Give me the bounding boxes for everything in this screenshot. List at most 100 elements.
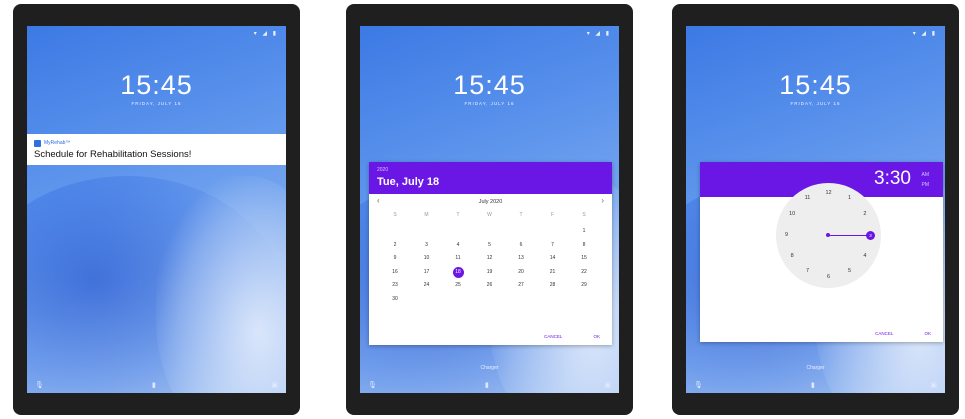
- status-icons: ▾ ◢ ▮: [912, 31, 937, 37]
- lock-icon[interactable]: ▮: [152, 381, 156, 389]
- camera-icon[interactable]: ▣: [930, 381, 937, 389]
- notification-card[interactable]: MyRehab™ Schedule for Rehabilitation Ses…: [27, 134, 286, 165]
- calendar-day[interactable]: 12: [480, 255, 500, 261]
- calendar-day-selected[interactable]: 18: [448, 266, 468, 278]
- weekday-label: T: [519, 212, 523, 218]
- calendar-day[interactable]: 6: [511, 242, 531, 248]
- calendar-day[interactable]: 14: [543, 255, 563, 261]
- calendar-day[interactable]: 4: [448, 242, 468, 248]
- calendar-day[interactable]: 16: [385, 269, 405, 275]
- clock-number[interactable]: 8: [786, 253, 798, 261]
- calendar-day[interactable]: 1: [574, 228, 594, 234]
- lock-icon[interactable]: ▮: [811, 381, 815, 389]
- calendar-day[interactable]: 30: [385, 296, 405, 302]
- app-icon: [34, 140, 41, 147]
- weekday-row: SMTWTFS: [369, 210, 612, 224]
- ok-button[interactable]: OK: [593, 334, 600, 339]
- weekday-label: M: [424, 212, 429, 218]
- mic-icon[interactable]: 🎙: [368, 381, 377, 389]
- calendar-day[interactable]: 11: [448, 255, 468, 261]
- calendar-day[interactable]: 2: [385, 242, 405, 248]
- calendar-day[interactable]: 3: [417, 242, 437, 248]
- weekday-label: F: [550, 212, 555, 218]
- mic-icon[interactable]: 🎙: [694, 381, 703, 389]
- time-picker-dialog: 3:30 AM PM 3 12 1 2 4 5 6 7 8 9 10 11 CANCEL OK: [700, 162, 943, 342]
- owner-info: Charger: [480, 365, 499, 371]
- year-label[interactable]: 2020: [377, 167, 388, 173]
- calendar-day[interactable]: 19: [480, 269, 500, 275]
- ok-button[interactable]: OK: [924, 331, 931, 336]
- clock-number[interactable]: 1: [844, 195, 856, 203]
- calendar-day[interactable]: 20: [511, 269, 531, 275]
- date-picker-dialog: 2020 Tue, July 18 ‹ July 2020 › SMTWTFS …: [369, 162, 612, 345]
- clock-number[interactable]: 9: [781, 232, 793, 240]
- time-display: 3:30: [874, 168, 911, 189]
- calendar-day[interactable]: 8: [574, 242, 594, 248]
- nav-bar: 🎙 ▮ ▣: [686, 379, 945, 393]
- cancel-button[interactable]: CANCEL: [875, 331, 893, 336]
- tablet-time-picker: ▾ ◢ ▮ 15:45 FRIDAY, JULY 16 Charger 3:30…: [672, 4, 959, 415]
- calendar-day[interactable]: 27: [511, 282, 531, 288]
- status-icons: ▾ ◢ ▮: [253, 31, 278, 37]
- calendar-day[interactable]: 28: [543, 282, 563, 288]
- date-picker-header: 2020 Tue, July 18: [369, 162, 612, 194]
- dialog-buttons: CANCEL OK: [845, 331, 931, 336]
- calendar-day[interactable]: 23: [385, 282, 405, 288]
- dialog-buttons: CANCEL OK: [514, 334, 600, 339]
- calendar-day[interactable]: 21: [543, 269, 563, 275]
- lock-screen: ▾ ◢ ▮ 15:45 FRIDAY, JULY 16 Charger 3:30…: [686, 26, 945, 393]
- calendar-day[interactable]: 26: [480, 282, 500, 288]
- calendar-day[interactable]: 29: [574, 282, 594, 288]
- pm-toggle[interactable]: PM: [922, 182, 930, 188]
- calendar-day[interactable]: 7: [543, 242, 563, 248]
- chevron-right-icon[interactable]: ›: [601, 196, 604, 205]
- nav-bar: 🎙 ▮ ▣: [27, 379, 286, 393]
- weekday-label: W: [487, 212, 492, 218]
- camera-icon[interactable]: ▣: [271, 381, 278, 389]
- notification-message: Schedule for Rehabilitation Sessions!: [34, 149, 192, 160]
- status-icons: ▾ ◢ ▮: [586, 31, 611, 37]
- clock-number[interactable]: [865, 232, 877, 240]
- month-label: July 2020: [478, 199, 503, 205]
- lock-time: 15:45: [779, 70, 852, 100]
- lock-icon[interactable]: ▮: [485, 381, 489, 389]
- clock-number[interactable]: 4: [859, 253, 871, 261]
- calendar-day[interactable]: 9: [385, 255, 405, 261]
- calendar-day[interactable]: 25: [448, 282, 468, 288]
- calendar-day[interactable]: 15: [574, 255, 594, 261]
- calendar-day[interactable]: 17: [417, 269, 437, 275]
- clock-number[interactable]: 10: [786, 211, 798, 219]
- clock-number[interactable]: 6: [823, 274, 835, 282]
- clock-center: [826, 233, 830, 237]
- lock-screen: ▾ ◢ ▮ 15:45 FRIDAY, JULY 16 MyRehab™ Sch…: [27, 26, 286, 393]
- lock-date: FRIDAY, JULY 16: [790, 101, 841, 106]
- tablet-notification: ▾ ◢ ▮ 15:45 FRIDAY, JULY 16 MyRehab™ Sch…: [13, 4, 300, 415]
- calendar-day[interactable]: 10: [417, 255, 437, 261]
- calendar-day[interactable]: 13: [511, 255, 531, 261]
- calendar-day[interactable]: 24: [417, 282, 437, 288]
- clock-number[interactable]: 2: [859, 211, 871, 219]
- mic-icon[interactable]: 🎙: [35, 381, 44, 389]
- camera-icon[interactable]: ▣: [604, 381, 611, 389]
- calendar-day[interactable]: 22: [574, 269, 594, 275]
- weekday-label: S: [393, 212, 397, 218]
- calendar-day[interactable]: 5: [480, 242, 500, 248]
- clock-number[interactable]: 7: [802, 268, 814, 276]
- lock-date: FRIDAY, JULY 16: [464, 101, 515, 106]
- lock-time: 15:45: [453, 70, 526, 100]
- lock-time: 15:45: [120, 70, 193, 100]
- weekday-label: S: [582, 212, 586, 218]
- clock-face[interactable]: 3 12 1 2 4 5 6 7 8 9 10 11: [776, 183, 881, 288]
- calendar-grid: 1 2 3 4 5 6 7 8 9 10 11 12 13 14 15 16 17 18 19 20 21 22 23 24 2…: [369, 224, 612, 320]
- clock-number[interactable]: 11: [802, 195, 814, 203]
- lock-screen: ▾ ◢ ▮ 15:45 FRIDAY, JULY 16 Charger 2020…: [360, 26, 619, 393]
- owner-info: Charger: [806, 365, 825, 371]
- am-toggle[interactable]: AM: [922, 172, 930, 178]
- tablet-date-picker: ▾ ◢ ▮ 15:45 FRIDAY, JULY 16 Charger 2020…: [346, 4, 633, 415]
- clock-number[interactable]: 12: [823, 190, 835, 198]
- clock-number[interactable]: 5: [844, 268, 856, 276]
- nav-bar: 🎙 ▮ ▣: [360, 379, 619, 393]
- month-header: ‹ July 2020 ›: [369, 194, 612, 210]
- cancel-button[interactable]: CANCEL: [544, 334, 562, 339]
- lock-date: FRIDAY, JULY 16: [131, 101, 182, 106]
